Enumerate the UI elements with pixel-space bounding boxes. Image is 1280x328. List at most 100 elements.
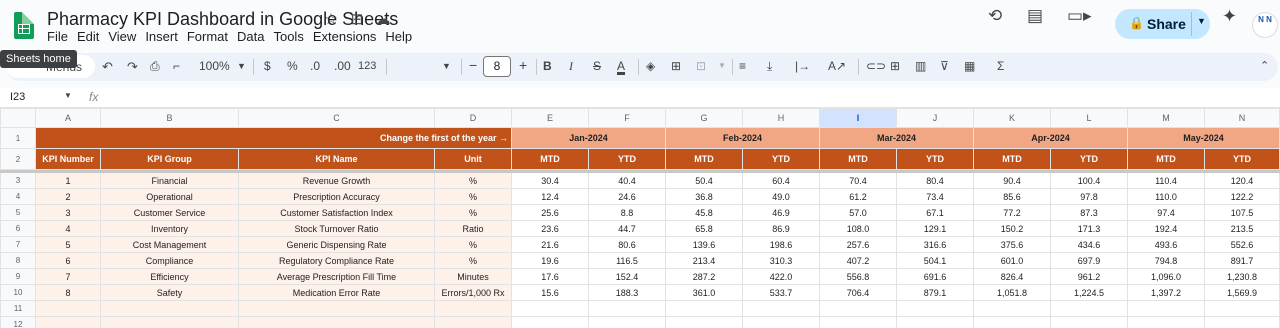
currency-format-button[interactable]: $ [264,59,271,73]
empty-cell[interactable] [238,316,435,328]
month-header[interactable]: Mar-2024 [819,127,974,149]
value-cell[interactable]: 45.8 [665,204,743,221]
column-header-n[interactable]: N [1204,108,1280,128]
insert-comment-icon[interactable]: ⊞ [890,59,900,73]
kpi-name-cell[interactable]: Customer Satisfaction Index [238,204,435,221]
value-cell[interactable]: 44.7 [588,220,666,237]
column-header-e[interactable]: E [511,108,589,128]
value-cell[interactable]: 70.4 [819,172,897,189]
bold-button[interactable]: B [543,59,552,73]
menu-tools[interactable]: Tools [273,28,308,45]
kpi-name-cell[interactable]: Medication Error Rate [238,284,435,301]
insert-chart-icon[interactable]: ▥ [915,59,926,73]
value-cell[interactable]: 110.0 [1127,188,1205,205]
insert-link-icon[interactable]: ⊂⊃ [866,59,886,73]
empty-cell[interactable] [434,300,512,317]
value-cell[interactable]: 36.8 [665,188,743,205]
unit-cell[interactable]: Errors/1,000 Rx [434,284,512,301]
unit-cell[interactable]: % [434,204,512,221]
value-cell[interactable]: 375.6 [973,236,1051,253]
column-header-i[interactable]: I [819,108,897,128]
value-cell[interactable]: 122.2 [1204,188,1280,205]
kpi-name-cell[interactable]: Prescription Accuracy [238,188,435,205]
column-header-g[interactable]: G [665,108,743,128]
value-cell[interactable]: 57.0 [819,204,897,221]
header-kpi-group[interactable]: KPI Group [100,148,239,170]
empty-cell[interactable] [238,300,435,317]
row-header[interactable]: 7 [0,236,36,253]
kpi-name-cell[interactable]: Stock Turnover Ratio [238,220,435,237]
change-year-label[interactable]: Change the first of the year → [35,127,512,149]
value-cell[interactable]: 97.4 [1127,204,1205,221]
decrease-decimal-button[interactable]: .0 [310,59,320,73]
horizontal-align-icon[interactable]: ≡ [739,59,746,73]
kpi-name-cell[interactable]: Regulatory Compliance Rate [238,252,435,269]
header-mtd[interactable]: MTD [511,148,589,170]
value-cell[interactable]: 90.4 [973,172,1051,189]
value-cell[interactable]: 891.7 [1204,252,1280,269]
empty-cell[interactable] [434,316,512,328]
row-header[interactable]: 1 [0,127,36,149]
header-ytd[interactable]: YTD [896,148,974,170]
empty-cell[interactable] [665,316,743,328]
kpi-group-cell[interactable]: Customer Service [100,204,239,221]
empty-cell[interactable] [665,300,743,317]
value-cell[interactable]: 65.8 [665,220,743,237]
undo-icon[interactable]: ↶ [102,59,113,75]
month-header[interactable]: Feb-2024 [665,127,820,149]
month-header[interactable]: May-2024 [1127,127,1280,149]
kpi-group-cell[interactable]: Financial [100,172,239,189]
value-cell[interactable]: 108.0 [819,220,897,237]
value-cell[interactable]: 504.1 [896,252,974,269]
row-header[interactable]: 4 [0,188,36,205]
empty-cell[interactable] [896,316,974,328]
value-cell[interactable]: 23.6 [511,220,589,237]
menu-insert[interactable]: Insert [145,28,183,45]
kpi-number-cell[interactable]: 8 [35,284,101,301]
meet-icon[interactable]: ▭▸ [1067,6,1092,26]
row-header[interactable]: 9 [0,268,36,285]
row-header[interactable]: 3 [0,172,36,189]
font-size-input[interactable]: 8 [483,56,511,77]
value-cell[interactable]: 110.4 [1127,172,1205,189]
value-cell[interactable]: 552.6 [1204,236,1280,253]
value-cell[interactable]: 150.2 [973,220,1051,237]
filter-icon[interactable]: ⊽ [940,59,949,73]
value-cell[interactable]: 61.2 [819,188,897,205]
value-cell[interactable]: 46.9 [742,204,820,221]
empty-cell[interactable] [511,300,589,317]
header-mtd[interactable]: MTD [819,148,897,170]
menu-help[interactable]: Help [385,28,417,45]
header-ytd[interactable]: YTD [1204,148,1280,170]
empty-cell[interactable] [742,316,820,328]
sheets-logo-icon[interactable] [14,12,34,39]
value-cell[interactable]: 152.4 [588,268,666,285]
row-header[interactable]: 2 [0,148,36,170]
column-header-j[interactable]: J [896,108,974,128]
unit-cell[interactable]: % [434,188,512,205]
value-cell[interactable]: 19.6 [511,252,589,269]
kpi-name-cell[interactable]: Revenue Growth [238,172,435,189]
value-cell[interactable]: 87.3 [1050,204,1128,221]
value-cell[interactable]: 316.6 [896,236,974,253]
collapse-toolbar-icon[interactable]: ⌃ [1260,59,1269,72]
menu-data[interactable]: Data [237,28,269,45]
value-cell[interactable]: 556.8 [819,268,897,285]
value-cell[interactable]: 213.5 [1204,220,1280,237]
menu-extensions[interactable]: Extensions [313,28,382,45]
kpi-group-cell[interactable]: Operational [100,188,239,205]
value-cell[interactable]: 287.2 [665,268,743,285]
value-cell[interactable]: 188.3 [588,284,666,301]
print-icon[interactable]: ⎙ [150,59,160,74]
column-header-h[interactable]: H [742,108,820,128]
kpi-group-cell[interactable]: Inventory [100,220,239,237]
value-cell[interactable]: 697.9 [1050,252,1128,269]
vertical-align-icon[interactable]: ⤓ [767,59,772,74]
row-header[interactable]: 8 [0,252,36,269]
percent-format-button[interactable]: % [287,59,298,73]
value-cell[interactable]: 17.6 [511,268,589,285]
value-cell[interactable]: 73.4 [896,188,974,205]
value-cell[interactable]: 100.4 [1050,172,1128,189]
merge-cells-icon[interactable]: ⊡ [696,59,706,73]
value-cell[interactable]: 60.4 [742,172,820,189]
